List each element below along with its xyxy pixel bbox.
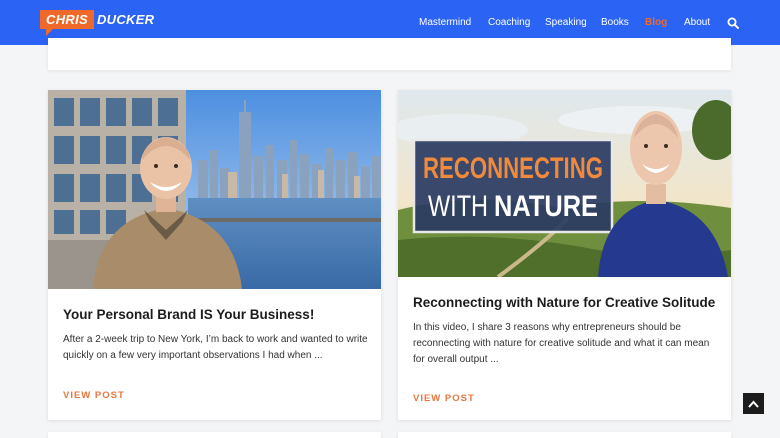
chevron-up-icon bbox=[748, 400, 759, 408]
view-post-link[interactable]: VIEW POST bbox=[63, 390, 125, 401]
nav-speaking[interactable]: Speaking bbox=[545, 17, 587, 28]
nav-books[interactable]: Books bbox=[601, 17, 629, 28]
view-post-link[interactable]: VIEW POST bbox=[413, 393, 475, 404]
nav-blog[interactable]: Blog bbox=[645, 17, 667, 28]
thumbnail-line1: RECONNECTING bbox=[423, 152, 603, 185]
post-card: Your Personal Brand IS Your Business! Af… bbox=[48, 90, 381, 420]
nav-mastermind[interactable]: Mastermind bbox=[419, 17, 471, 28]
new-york-photo bbox=[48, 90, 381, 289]
post-excerpt: After a 2-week trip to New York, I’m bac… bbox=[63, 334, 368, 361]
post-image[interactable]: RECONNECTING WITH NATURE bbox=[398, 90, 731, 277]
logo-text: DUCKER bbox=[96, 12, 155, 27]
post-card: RECONNECTING WITH NATURE Reconnecting wi… bbox=[398, 90, 731, 420]
site-logo[interactable]: CHRIS DUCKER bbox=[40, 10, 154, 38]
nav-about[interactable]: About bbox=[684, 17, 710, 28]
previous-post-card bbox=[48, 38, 731, 70]
next-post-card bbox=[398, 432, 731, 438]
back-to-top-button[interactable] bbox=[743, 393, 764, 414]
thumbnail-line2b: NATURE bbox=[494, 190, 598, 223]
logo-tag: CHRIS bbox=[40, 10, 94, 36]
next-post-card bbox=[48, 432, 381, 438]
search-icon[interactable] bbox=[727, 17, 739, 29]
post-title[interactable]: Your Personal Brand IS Your Business! bbox=[63, 306, 314, 324]
post-excerpt: In this video, I share 3 reasons why ent… bbox=[413, 322, 710, 365]
thumbnail-line2a: WITH bbox=[428, 190, 488, 223]
post-title[interactable]: Reconnecting with Nature for Creative So… bbox=[413, 294, 715, 312]
reconnecting-thumbnail: RECONNECTING WITH NATURE bbox=[398, 90, 731, 277]
post-image[interactable] bbox=[48, 90, 381, 289]
nav-coaching[interactable]: Coaching bbox=[488, 17, 530, 28]
